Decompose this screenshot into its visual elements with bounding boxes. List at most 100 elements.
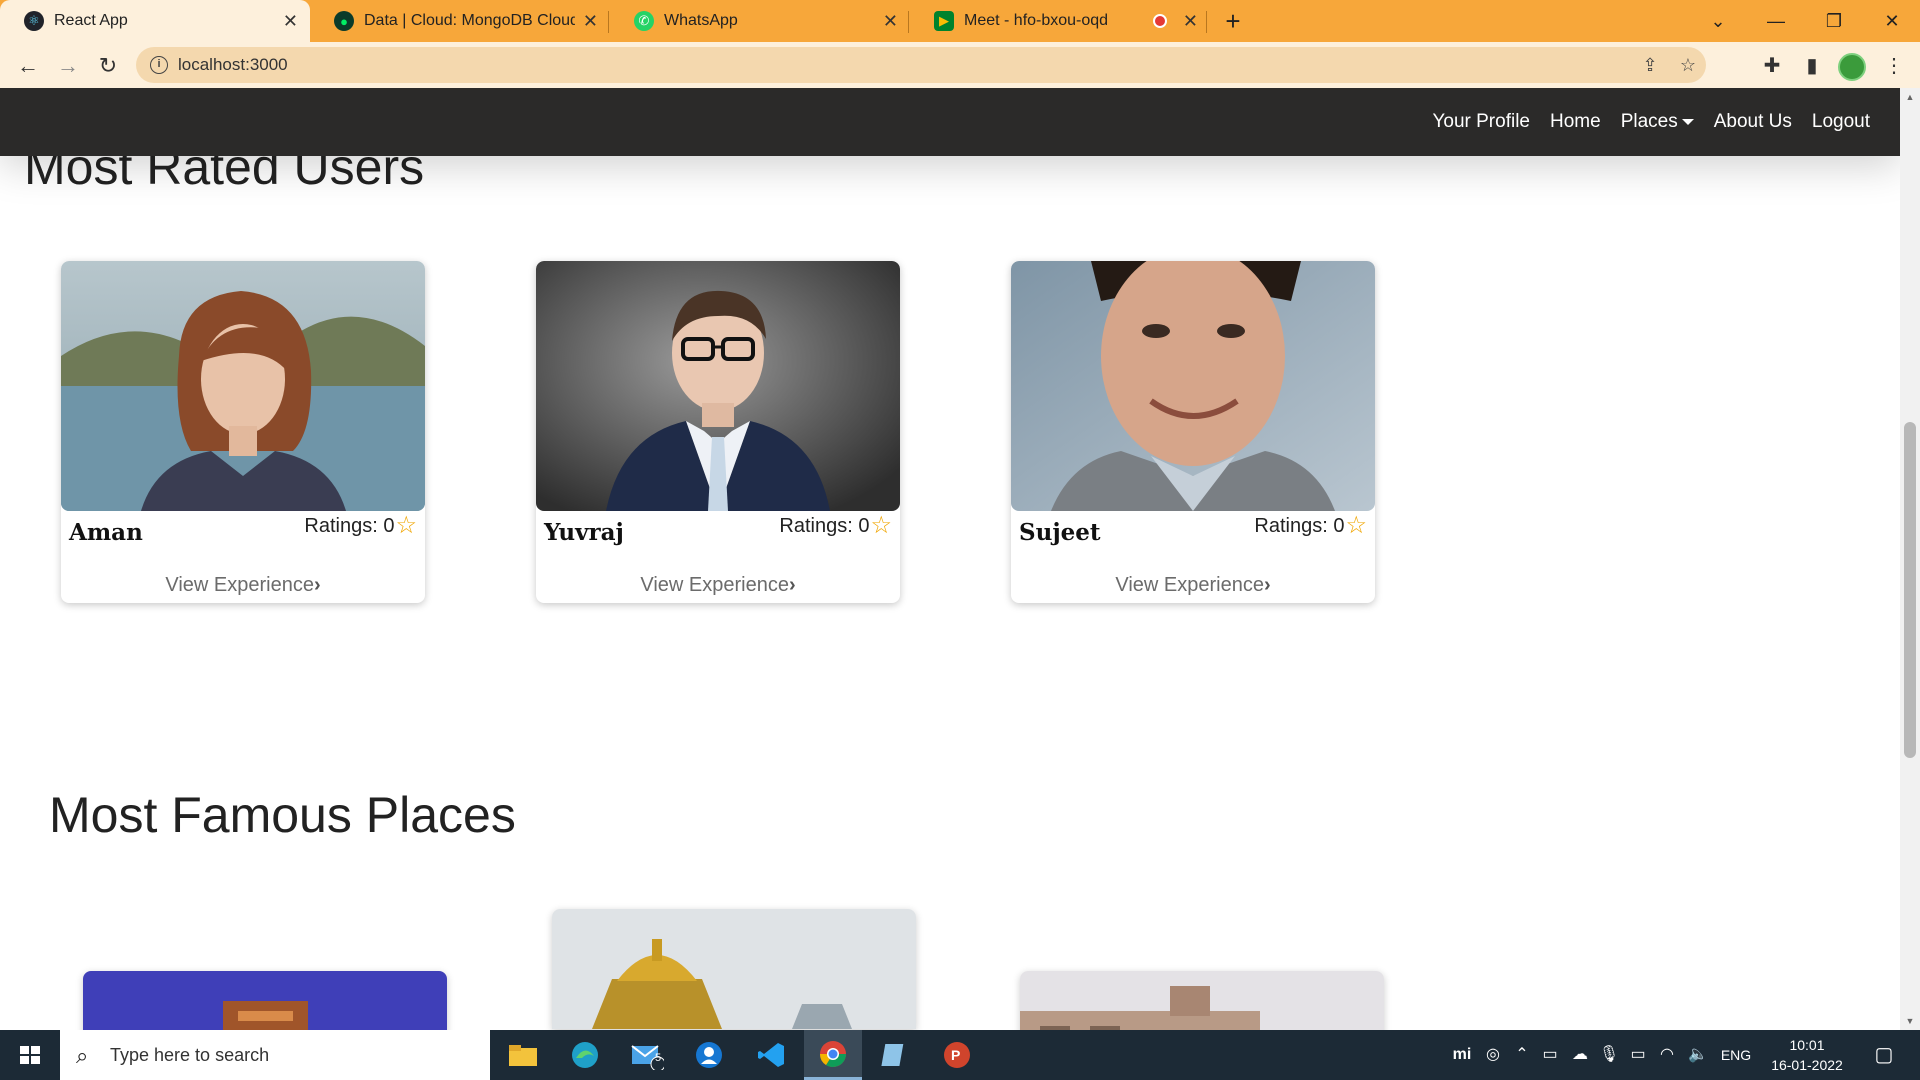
whatsapp-icon: ✆: [634, 11, 654, 31]
wifi-icon[interactable]: ◠: [1654, 1030, 1680, 1080]
clock-time: 10:01: [1789, 1037, 1825, 1053]
view-experience-link[interactable]: View Experience›: [536, 574, 900, 597]
meet-now-icon[interactable]: ▭: [1536, 1030, 1564, 1080]
page-scrollbar[interactable]: ▲ ▼: [1900, 88, 1920, 1030]
forward-arrow-icon[interactable]: →: [52, 50, 84, 82]
tab-mongodb[interactable]: ● Data | Cloud: MongoDB Cloud ✕: [310, 0, 610, 42]
nav-places-dropdown[interactable]: Places: [1621, 111, 1694, 133]
minimize-icon[interactable]: —: [1748, 0, 1804, 42]
user-card: Aman Ratings: 0 ☆ View Experience›: [61, 261, 425, 603]
nav-logout[interactable]: Logout: [1812, 111, 1870, 133]
tab-separator: [1206, 11, 1207, 33]
search-icon: ⌕: [76, 1043, 89, 1068]
view-experience-label[interactable]: View Experience: [1115, 574, 1264, 596]
nav-home[interactable]: Home: [1550, 111, 1601, 133]
xiaomi-icon[interactable]: mi: [1448, 1030, 1476, 1080]
address-url[interactable]: localhost:3000: [178, 47, 288, 83]
user-photo: [61, 261, 425, 511]
ratings-label: Ratings: 0: [304, 514, 395, 537]
place-card[interactable]: [552, 909, 916, 1029]
windows-logo-icon: [20, 1046, 40, 1064]
tab-label: WhatsApp: [664, 12, 738, 29]
view-experience-link[interactable]: View Experience›: [1011, 574, 1375, 597]
place-photo: [1020, 971, 1384, 1030]
user-name: Sujeet: [1019, 519, 1101, 546]
user-name: Yuvraj: [544, 519, 624, 546]
menu-kebab-icon[interactable]: ⋮: [1878, 50, 1910, 82]
google-meet-icon: ▶: [934, 11, 954, 31]
tab-separator: [908, 11, 909, 33]
tab-whatsapp[interactable]: ✆ WhatsApp ✕: [610, 0, 910, 42]
window-close-icon[interactable]: ✕: [1864, 0, 1920, 42]
notepad-icon[interactable]: [866, 1030, 924, 1080]
tab-label: React App: [54, 12, 128, 29]
file-explorer-icon[interactable]: [494, 1030, 552, 1080]
browser-tab-strip: ⚛ React App ✕ ● Data | Cloud: MongoDB Cl…: [0, 0, 1920, 42]
browser-toolbar: ← → ↻ i localhost:3000 ⇪ ☆ ✚ ▮ ⋮: [0, 42, 1920, 88]
site-navbar: Your Profile Home Places About Us Logout: [0, 88, 1900, 156]
restore-icon[interactable]: ❐: [1806, 0, 1862, 42]
nav-your-profile[interactable]: Your Profile: [1432, 111, 1530, 133]
mongodb-leaf-icon: ●: [334, 11, 354, 31]
ratings-label: Ratings: 0: [1254, 514, 1345, 537]
tab-meet[interactable]: ▶ Meet - hfo-bxou-oqd ✕: [910, 0, 1210, 42]
extensions-puzzle-icon[interactable]: ✚: [1756, 50, 1788, 82]
microphone-icon[interactable]: 🎙: [1596, 1030, 1622, 1080]
place-card[interactable]: [83, 971, 447, 1030]
clock-date: 16-01-2022: [1771, 1057, 1843, 1073]
place-card[interactable]: [1020, 971, 1384, 1030]
notification-center-icon[interactable]: ▢: [1864, 1030, 1904, 1080]
close-icon[interactable]: ✕: [1183, 11, 1198, 32]
tab-react-app[interactable]: ⚛ React App ✕: [0, 0, 310, 42]
most-famous-places-title: Most Famous Places: [49, 787, 516, 843]
share-icon[interactable]: ⇪: [1636, 51, 1664, 79]
place-photo: [83, 971, 447, 1030]
scroll-up-icon[interactable]: ▲: [1900, 88, 1920, 106]
powerpoint-icon[interactable]: P: [928, 1030, 986, 1080]
windows-start-button[interactable]: [0, 1030, 60, 1080]
address-bar[interactable]: i localhost:3000 ⇪ ☆: [136, 47, 1706, 83]
battery-icon[interactable]: ▭: [1624, 1030, 1652, 1080]
windows-taskbar: ⌕ Type here to search 5 P mi ◎ ⌃ ▭ ☁ 🎙 ▭…: [0, 1030, 1920, 1080]
chrome-icon[interactable]: [804, 1030, 862, 1080]
close-icon[interactable]: ✕: [283, 11, 298, 32]
language-indicator[interactable]: ENG: [1716, 1030, 1756, 1080]
back-arrow-icon[interactable]: ←: [12, 50, 44, 82]
tab-label: Meet - hfo-bxou-oqd: [964, 12, 1109, 29]
tab-search-icon[interactable]: ⌄: [1690, 0, 1746, 42]
volume-icon[interactable]: 🔈: [1684, 1030, 1712, 1080]
onedrive-icon[interactable]: ☁: [1566, 1030, 1594, 1080]
chevron-up-icon[interactable]: ⌃: [1510, 1030, 1534, 1080]
bookmark-star-icon[interactable]: ☆: [1674, 51, 1702, 79]
user-name: Aman: [69, 519, 143, 546]
azure-icon[interactable]: [680, 1030, 738, 1080]
svg-text:P: P: [951, 1047, 960, 1063]
search-placeholder[interactable]: Type here to search: [110, 1030, 269, 1080]
user-rating: Ratings: 0 ☆: [304, 514, 417, 538]
star-outline-icon: ☆: [1345, 512, 1367, 539]
close-icon[interactable]: ✕: [583, 11, 598, 32]
scrollbar-thumb[interactable]: [1904, 422, 1916, 758]
new-tab-button[interactable]: +: [1218, 6, 1248, 36]
sync-circle-icon[interactable]: ◎: [1480, 1030, 1506, 1080]
system-clock[interactable]: 10:01 16-01-2022: [1762, 1035, 1852, 1075]
profile-avatar[interactable]: [1838, 53, 1866, 81]
scroll-down-icon[interactable]: ▼: [1900, 1012, 1920, 1030]
vscode-icon[interactable]: [742, 1030, 800, 1080]
reload-icon[interactable]: ↻: [92, 50, 124, 82]
site-info-icon[interactable]: i: [150, 56, 168, 74]
view-experience-label[interactable]: View Experience: [640, 574, 789, 596]
react-icon: ⚛: [24, 11, 44, 31]
page-viewport: Your Profile Home Places About Us Logout…: [0, 88, 1900, 1030]
chevron-right-icon: ›: [1263, 574, 1271, 596]
taskbar-search-box[interactable]: ⌕ Type here to search: [60, 1030, 490, 1080]
nav-about-us[interactable]: About Us: [1714, 111, 1792, 133]
chevron-right-icon: ›: [313, 574, 321, 596]
mail-badge: 5: [655, 1052, 662, 1064]
close-icon[interactable]: ✕: [883, 11, 898, 32]
mail-icon[interactable]: 5: [618, 1030, 676, 1080]
view-experience-label[interactable]: View Experience: [165, 574, 314, 596]
side-panel-icon[interactable]: ▮: [1796, 50, 1828, 82]
edge-browser-icon[interactable]: [556, 1030, 614, 1080]
view-experience-link[interactable]: View Experience›: [61, 574, 425, 597]
